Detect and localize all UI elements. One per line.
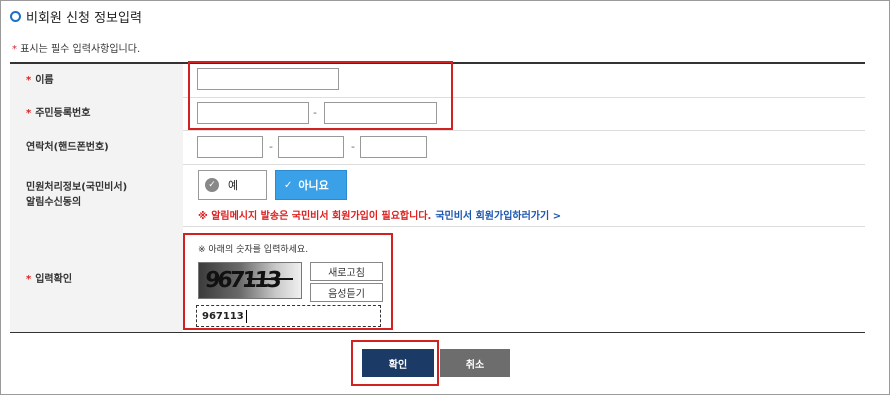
rrn-label-text: 주민등록번호 [35,108,91,119]
notify-label-line2: 알림수신동의 [26,197,82,208]
required-star: * [12,44,17,55]
highlight-name-rrn [188,61,453,130]
section-title: 비회원 신청 정보입력 [10,7,142,26]
check-icon: ✓ [205,178,219,192]
phone-label: 연락처(핸드폰번호) [10,130,183,164]
phone-dash-1: - [269,140,273,153]
name-label-text: 이름 [35,75,54,86]
notify-warning: ※ 알림메시지 발송은 국민비서 회원가입이 필요합니다. 국민비서 회원가입하러… [198,207,561,222]
phone-part1-input[interactable] [197,136,263,158]
name-label: * 이름 [10,64,183,97]
phone-dash-2: - [351,140,355,153]
notify-signup-link[interactable]: 국민비서 회원가입하러가기 > [435,211,561,222]
notify-no-label: 아니요 [298,179,329,192]
required-note-text: 표시는 필수 입력사항입니다. [20,44,141,55]
notify-label: 민원처리정보(국민비서) 알림수신동의 [10,164,183,226]
highlight-captcha [183,233,393,330]
captcha-label: * 입력확인 [10,226,183,332]
check-icon: ✓ [284,179,293,191]
notify-no-button[interactable]: ✓ 아니요 [275,170,347,200]
rrn-label: * 주민등록번호 [10,97,183,130]
required-note: * 표시는 필수 입력사항입니다. [12,40,140,55]
section-title-text: 비회원 신청 정보입력 [26,11,142,26]
phone-part3-input[interactable] [360,136,427,158]
phone-label-text: 연락처(핸드폰번호) [26,141,109,153]
phone-part2-input[interactable] [278,136,344,158]
name-required-star: * [26,75,32,86]
circle-bullet-icon [10,11,21,22]
captcha-label-text: 입력확인 [35,273,73,285]
rrn-required-star: * [26,108,32,119]
notify-warning-text: ※ 알림메시지 발송은 국민비서 회원가입이 필요합니다. [198,211,432,222]
phone-row: 연락처(핸드폰번호) [10,130,865,165]
notify-yes-button[interactable]: ✓ 예 [198,170,267,200]
notify-label-line1: 민원처리정보(국민비서) [26,182,128,193]
confirm-button[interactable]: 확인 [362,349,434,377]
captcha-required-star: * [26,273,32,285]
captcha-row: * 입력확인 [10,226,865,332]
notify-yes-label: 예 [228,179,239,192]
cancel-button[interactable]: 취소 [440,349,510,377]
form-table-bottom-border [10,332,865,333]
